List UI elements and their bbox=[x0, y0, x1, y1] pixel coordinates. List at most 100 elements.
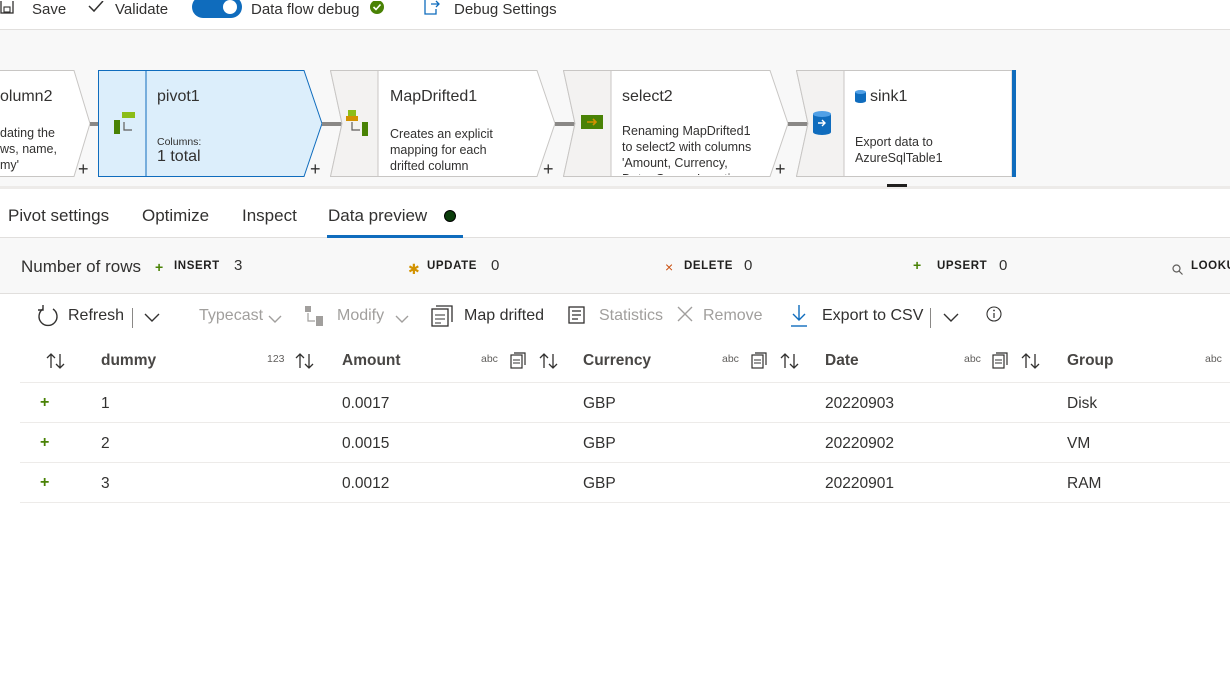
node-description: Export data to AzureSqlTable1 bbox=[855, 135, 943, 165]
data-preview-grid: dummy 123 Amount abc Currency abc Date a… bbox=[20, 340, 1230, 503]
sort-icon[interactable] bbox=[46, 353, 66, 374]
data-preview-status-dot bbox=[444, 210, 456, 222]
validate-button[interactable]: Validate bbox=[88, 0, 168, 18]
checkmark-icon bbox=[88, 1, 104, 17]
upsert-count: 0 bbox=[999, 257, 1008, 274]
grid-header-row: dummy 123 Amount abc Currency abc Date a… bbox=[20, 340, 1230, 383]
number-of-rows-label: Number of rows bbox=[21, 257, 141, 276]
refresh-icon bbox=[37, 305, 59, 332]
delete-count: 0 bbox=[744, 257, 753, 274]
column-type-label: 123 bbox=[267, 353, 285, 365]
sort-icon[interactable] bbox=[295, 353, 315, 374]
map-drifted-icon bbox=[346, 110, 370, 141]
debug-settings-button[interactable]: Debug Settings bbox=[423, 0, 557, 18]
flow-node-pivot1[interactable]: pivot1 Columns: 1 total + bbox=[98, 70, 324, 178]
toolbar-separator bbox=[930, 308, 931, 328]
sort-icon[interactable] bbox=[1021, 353, 1041, 374]
insert-count: 3 bbox=[234, 257, 243, 274]
insert-label: INSERT bbox=[174, 260, 220, 272]
insert-row-icon: + bbox=[40, 394, 50, 411]
map-column-icon[interactable] bbox=[751, 352, 767, 374]
cell-group: VM bbox=[1067, 435, 1091, 452]
cell-date: 20220901 bbox=[825, 475, 894, 492]
preview-actions-toolbar: Refresh Typecast Modify Map drifted Stat… bbox=[0, 295, 1230, 339]
map-column-icon[interactable] bbox=[992, 352, 1008, 374]
column-header-currency[interactable]: Currency bbox=[583, 352, 651, 370]
node-description: Renaming MapDrifted1 to select2 with col… bbox=[622, 124, 752, 175]
sort-icon[interactable] bbox=[780, 353, 800, 374]
lookup-label: LOOKU bbox=[1191, 260, 1230, 272]
tab-inspect[interactable]: Inspect bbox=[242, 206, 297, 226]
data-flow-canvas: olumn2 dating the ws, name, my' + pivot1… bbox=[0, 30, 1230, 186]
modify-button[interactable]: Modify bbox=[337, 307, 384, 325]
download-icon bbox=[791, 305, 807, 332]
chevron-down-icon[interactable] bbox=[395, 311, 409, 329]
cell-date: 20220902 bbox=[825, 435, 894, 452]
node-description: Creates an explicit mapping for each dri… bbox=[390, 127, 493, 173]
cell-dummy: 1 bbox=[101, 395, 110, 412]
flow-node-mapdrifted1[interactable]: MapDrifted1 Creates an explicit mapping … bbox=[330, 70, 557, 178]
flow-node-select2[interactable]: select2 Renaming MapDrifted1 to select2 … bbox=[563, 70, 790, 178]
debug-settings-label: Debug Settings bbox=[454, 0, 557, 18]
data-flow-debug-toggle[interactable] bbox=[192, 0, 242, 18]
delete-icon: × bbox=[665, 259, 674, 275]
sink-database-icon bbox=[813, 111, 831, 140]
flow-node-sink1[interactable]: sink1 Export data to AzureSqlTable1 bbox=[796, 70, 1020, 177]
info-icon[interactable] bbox=[986, 306, 1002, 327]
cell-currency: GBP bbox=[583, 475, 616, 492]
node-title: pivot1 bbox=[157, 88, 200, 105]
column-header-amount[interactable]: Amount bbox=[342, 352, 401, 370]
modify-icon bbox=[305, 306, 323, 331]
table-row: + 3 0.0012 GBP 20220901 RAM bbox=[20, 463, 1230, 503]
typecast-button[interactable]: Typecast bbox=[199, 307, 263, 325]
cell-dummy: 2 bbox=[101, 435, 110, 452]
chevron-down-icon[interactable] bbox=[268, 311, 282, 329]
remove-button[interactable]: Remove bbox=[703, 307, 763, 325]
chevron-down-icon[interactable] bbox=[144, 310, 160, 328]
refresh-button[interactable]: Refresh bbox=[68, 307, 124, 325]
add-transform-button[interactable]: + bbox=[310, 160, 321, 178]
toolbar-separator bbox=[132, 308, 133, 328]
node-title: olumn2 bbox=[0, 88, 53, 105]
cell-amount: 0.0012 bbox=[342, 475, 390, 492]
column-type-label: abc bbox=[481, 353, 498, 365]
table-row: + 1 0.0017 GBP 20220903 Disk bbox=[20, 383, 1230, 423]
check-circle-icon bbox=[369, 1, 385, 17]
sort-icon[interactable] bbox=[539, 353, 559, 374]
column-header-dummy[interactable]: dummy bbox=[101, 352, 156, 370]
insert-row-icon: + bbox=[40, 434, 50, 451]
save-button[interactable]: Save bbox=[0, 0, 66, 18]
data-flow-debug-label-wrap: Data flow debug bbox=[251, 0, 385, 18]
cell-dummy: 3 bbox=[101, 475, 110, 492]
column-type-label: abc bbox=[722, 353, 739, 365]
pivot-icon bbox=[114, 112, 136, 139]
flow-node-column2[interactable]: olumn2 dating the ws, name, my' + bbox=[0, 70, 92, 178]
upsert-icon: + bbox=[913, 257, 922, 273]
add-transform-button[interactable]: + bbox=[775, 160, 786, 178]
column-header-date[interactable]: Date bbox=[825, 352, 859, 370]
cell-group: Disk bbox=[1067, 395, 1098, 412]
map-drifted-button[interactable]: Map drifted bbox=[464, 307, 544, 325]
cell-currency: GBP bbox=[583, 435, 616, 452]
remove-x-icon bbox=[677, 306, 693, 327]
column-header-group[interactable]: Group bbox=[1067, 352, 1114, 370]
node-columns-value: 1 total bbox=[157, 148, 201, 165]
export-to-csv-button[interactable]: Export to CSV bbox=[822, 307, 923, 325]
add-transform-button[interactable]: + bbox=[543, 160, 554, 178]
statistics-button[interactable]: Statistics bbox=[599, 307, 663, 325]
debug-settings-icon bbox=[423, 0, 441, 18]
toggle-knob bbox=[223, 0, 237, 14]
cell-date: 20220903 bbox=[825, 395, 894, 412]
tab-optimize[interactable]: Optimize bbox=[142, 206, 209, 226]
node-title: sink1 bbox=[870, 88, 908, 105]
top-toolbar: Save Validate Data flow debug Debug Sett… bbox=[0, 0, 1230, 30]
add-transform-button[interactable]: + bbox=[78, 160, 89, 178]
tab-pivot-settings[interactable]: Pivot settings bbox=[8, 206, 109, 226]
canvas-divider bbox=[0, 186, 1230, 189]
sql-table-icon bbox=[855, 90, 866, 108]
map-column-icon[interactable] bbox=[510, 352, 526, 374]
tab-data-preview[interactable]: Data preview bbox=[328, 206, 427, 226]
chevron-down-icon[interactable] bbox=[943, 310, 959, 328]
panel-resize-handle[interactable] bbox=[887, 184, 907, 187]
column-type-label: abc bbox=[964, 353, 981, 365]
